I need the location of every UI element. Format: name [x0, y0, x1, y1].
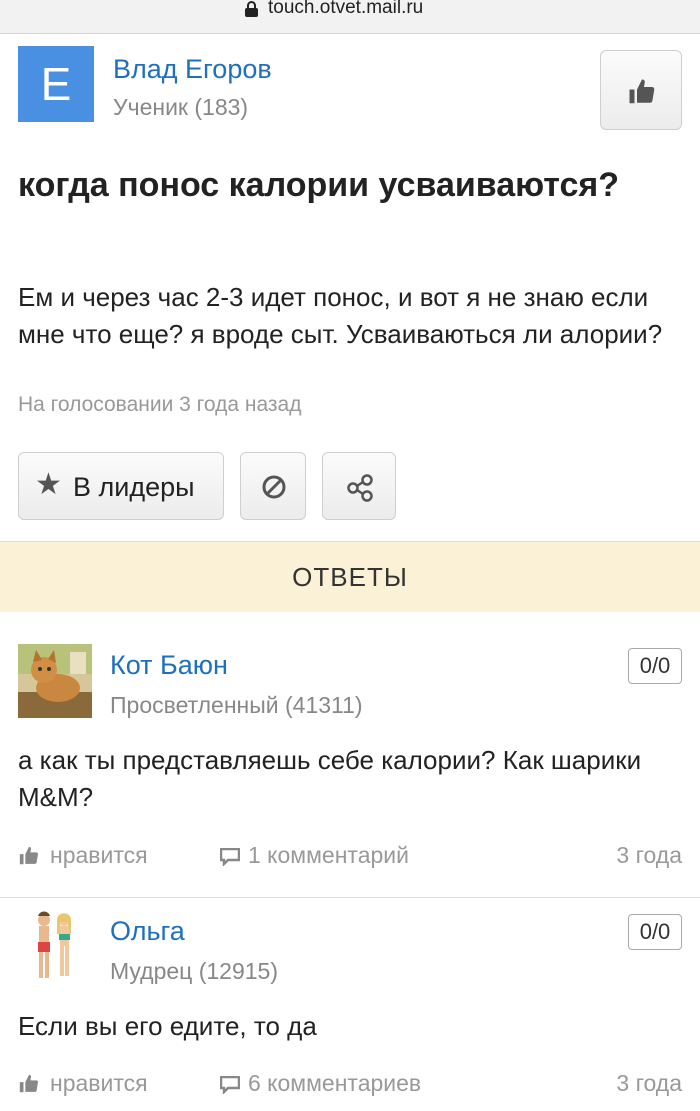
url-text[interactable]: touch.otvet.mail.ru: [268, 0, 423, 19]
block-icon: [262, 475, 286, 499]
author-name-link[interactable]: Влад Егоров: [113, 54, 272, 85]
comment-icon: [220, 1076, 240, 1094]
report-button[interactable]: [240, 452, 306, 520]
question-title: когда понос калории усваиваются?: [18, 166, 620, 204]
answer-score: 0/0: [628, 648, 682, 684]
answer-avatar[interactable]: [18, 644, 92, 718]
answer-author-rank: Просветленный (41311): [110, 692, 363, 718]
thumbs-up-icon: [19, 1074, 39, 1093]
question-author: E Влад Егоров Ученик (183): [18, 46, 682, 136]
question-meta: На голосовании 3 года назад: [18, 393, 302, 416]
thumbs-up-icon: [629, 79, 655, 104]
dolls-avatar-image: [18, 910, 92, 984]
divider: [0, 897, 700, 898]
to-leaders-button[interactable]: ★ В лидеры: [18, 452, 224, 520]
comment-icon: [220, 848, 240, 866]
like-label: нравится: [50, 1070, 148, 1096]
answer-avatar[interactable]: [18, 910, 92, 984]
answer-score: 0/0: [628, 914, 682, 950]
answer-text: а как ты представляешь себе калории? Как…: [18, 745, 642, 812]
answer-footer: нравится 1 комментарий 3 года: [18, 842, 682, 874]
author-rank: Ученик (183): [113, 94, 249, 120]
share-icon: [347, 474, 373, 502]
answer-author-rank: Мудрец (12915): [110, 958, 278, 984]
lock-icon: [245, 1, 258, 17]
author-avatar[interactable]: E: [18, 46, 94, 122]
answer-footer: нравится 6 комментариев 3 года: [18, 1070, 682, 1102]
answer-text: Если вы его едите, то да: [18, 1011, 317, 1041]
answer-time: 3 года: [616, 1070, 682, 1096]
like-question-button[interactable]: [600, 50, 682, 130]
answer-time: 3 года: [616, 842, 682, 868]
browser-url-bar[interactable]: touch.otvet.mail.ru: [0, 0, 700, 34]
share-button[interactable]: [322, 452, 396, 520]
question-text: Ем и через час 2-3 идет понос, и вот я н…: [18, 282, 663, 349]
to-leaders-label: В лидеры: [73, 472, 195, 502]
comments-count: 6 комментариев: [248, 1070, 422, 1096]
thumbs-up-icon: [19, 846, 39, 865]
answers-header: ОТВЕТЫ: [0, 542, 700, 612]
answer-author-link[interactable]: Кот Баюн: [110, 650, 228, 681]
cat-avatar-image: [18, 644, 92, 718]
like-label: нравится: [50, 842, 148, 868]
star-icon: ★: [35, 468, 62, 501]
comments-count: 1 комментарий: [248, 842, 409, 868]
answer-author-link[interactable]: Ольга: [110, 916, 185, 947]
